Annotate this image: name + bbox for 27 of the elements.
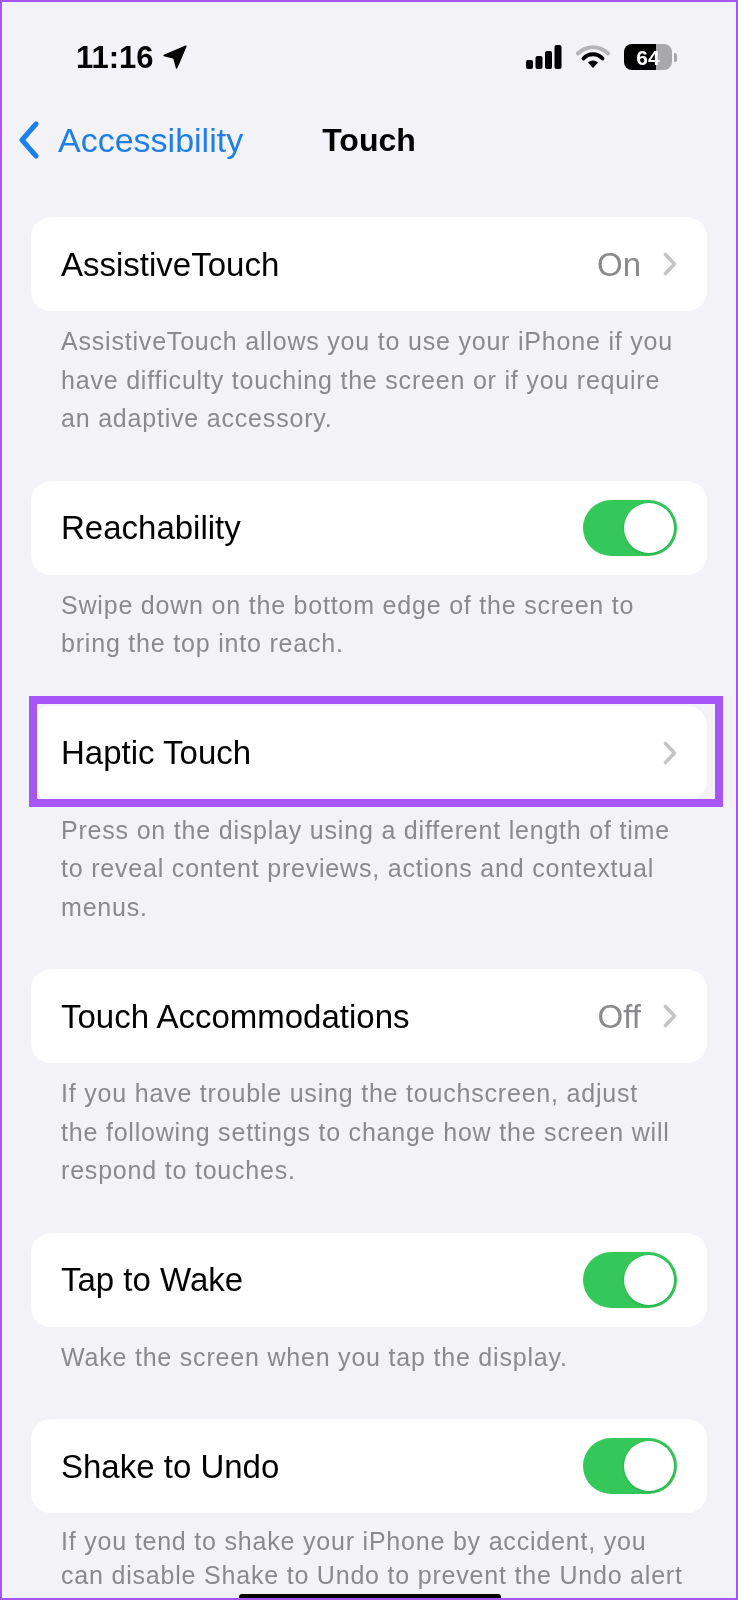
section-footer-text: If you have trouble using the touchscreen, adjust the following settings to change how the screen will respond to touches. bbox=[61, 1078, 671, 1186]
chevron-right-icon bbox=[663, 740, 677, 765]
section-footer-text: Press on the display using a different length of time to reveal content previews, actions and contextual menus. bbox=[61, 814, 671, 923]
settings-row[interactable]: AssistiveTouch On bbox=[31, 217, 707, 311]
settings-row[interactable]: Touch Accommodations Off bbox=[31, 969, 707, 1063]
row-label: AssistiveTouch bbox=[61, 247, 280, 281]
section-footer-text: Wake the screen when you tap the display. bbox=[61, 1341, 569, 1373]
wifi-icon bbox=[576, 45, 610, 69]
row-value: Off bbox=[597, 999, 641, 1033]
row-label: Tap to Wake bbox=[61, 1263, 244, 1296]
section-footer-text: If you tend to shake your iPhone by accident, you can disable Shake to Undo to prevent the Undo alert bbox=[61, 1526, 684, 1591]
page-title: Touch bbox=[322, 124, 416, 156]
row-label: Shake to Undo bbox=[61, 1449, 280, 1483]
chevron-right-icon bbox=[663, 252, 677, 276]
section-footer-text: Swipe down on the bottom edge of the screen to bring the top into reach. bbox=[61, 589, 636, 659]
location-arrow-icon bbox=[161, 44, 188, 70]
chevron-left-icon bbox=[17, 121, 41, 159]
signal-bars-icon bbox=[526, 45, 562, 69]
section-footer-text: AssistiveTouch allows you to use your iPhone if you have difficulty touching the screen or if you require an adaptive accessory. bbox=[61, 326, 674, 434]
status-time: 11:16 bbox=[76, 41, 154, 73]
chevron-right-icon bbox=[663, 1004, 677, 1028]
toggle-switch[interactable] bbox=[583, 1438, 677, 1494]
row-value: On bbox=[596, 247, 641, 281]
row-label: Touch Accommodations bbox=[61, 999, 410, 1033]
row-label: Reachability bbox=[61, 511, 241, 544]
back-button[interactable]: Accessibility bbox=[17, 121, 244, 159]
row-label: Haptic Touch bbox=[61, 736, 252, 769]
